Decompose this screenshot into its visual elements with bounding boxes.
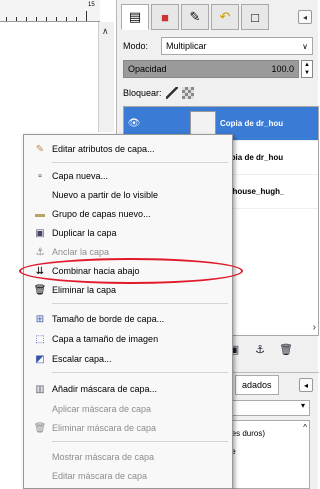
- highlight-ellipse: [19, 258, 243, 284]
- layer-context-menu: ✎ Editar atributos de capa... ▫ Capa nue…: [23, 134, 233, 489]
- mode-row: Modo: Multiplicar ∨: [123, 37, 313, 55]
- menu-item-label: Eliminar máscara de capa: [52, 423, 157, 433]
- delete-layer-icon[interactable]: 🗑: [279, 342, 293, 356]
- opacity-row: Opacidad 100.0 ▲ ▼: [123, 60, 313, 78]
- layer-thumbnail: [190, 110, 216, 137]
- opacity-spin-buttons[interactable]: ▲ ▼: [301, 60, 313, 78]
- scroll-up-icon[interactable]: ^: [303, 423, 307, 432]
- edit-icon: ✎: [35, 143, 45, 155]
- anchor-icon: ⚓: [35, 246, 45, 258]
- menu-separator: [52, 441, 228, 442]
- layer-boundary-icon: ⊞: [35, 313, 45, 325]
- menu-item-label: Capa a tamaño de imagen: [52, 334, 159, 344]
- eye-icon[interactable]: 👁: [124, 118, 144, 129]
- menu-item-layer-boundary-size[interactable]: ⊞ Tamaño de borde de capa...: [24, 309, 232, 329]
- ruler-label: 15: [88, 2, 95, 8]
- layer-buttons: ▣ ⚓ 🗑: [227, 342, 293, 356]
- mode-label: Modo:: [123, 41, 149, 51]
- menu-item-duplicate-layer[interactable]: ▣ Duplicar la capa: [24, 223, 232, 243]
- layers-icon[interactable]: ▤: [121, 4, 149, 30]
- menu-item-label: Editar máscara de capa: [52, 471, 148, 481]
- dock-menu-icon[interactable]: ◂: [298, 10, 312, 24]
- chevron-right-icon[interactable]: ›: [313, 322, 316, 333]
- menu-item-label: Anclar la capa: [52, 247, 110, 257]
- menu-item-label: Nuevo a partir de lo visible: [52, 190, 159, 200]
- menu-item-label: Tamaño de borde de capa...: [52, 314, 165, 324]
- channels-icon[interactable]: ■: [151, 4, 179, 30]
- lock-label: Bloquear:: [123, 88, 162, 98]
- menu-item-scale-layer[interactable]: ◩ Escalar capa...: [24, 349, 232, 369]
- paths-icon[interactable]: ✎: [181, 4, 209, 30]
- menu-item-apply-layer-mask[interactable]: Aplicar máscara de capa: [24, 399, 232, 419]
- menu-item-show-layer-mask[interactable]: Mostrar máscara de capa: [24, 447, 232, 467]
- canvas-vertical-scrollbar[interactable]: ∧: [98, 22, 114, 132]
- lower-tab[interactable]: adados: [235, 375, 279, 395]
- anchor-layer-icon[interactable]: ⚓: [253, 342, 267, 356]
- menu-item-edit-layer-mask[interactable]: Editar máscara de capa: [24, 466, 232, 486]
- opacity-label: Opacidad: [128, 64, 167, 74]
- duplicate-icon: ▣: [35, 227, 45, 239]
- dock-tabs: ▤ ■ ✎ ↶ □: [121, 4, 269, 32]
- menu-item-new-layer-group[interactable]: ▬ Grupo de capas nuevo...: [24, 204, 232, 224]
- menu-item-label: Editar atributos de capa...: [52, 144, 155, 154]
- menu-separator: [52, 162, 228, 163]
- opacity-slider[interactable]: Opacidad 100.0: [123, 60, 299, 78]
- mask-icon: ▥: [35, 383, 45, 395]
- lock-alpha-icon[interactable]: [181, 87, 194, 99]
- undo-icon[interactable]: ↶: [211, 4, 239, 30]
- menu-item-label: Grupo de capas nuevo...: [52, 209, 151, 219]
- menu-item-label: Duplicar la capa: [52, 228, 117, 238]
- menu-separator: [52, 372, 228, 373]
- trash-icon: 🗑: [33, 284, 47, 296]
- menu-item-add-layer-mask[interactable]: ▥ Añadir máscara de capa...: [24, 379, 232, 399]
- menu-item-new-from-visible[interactable]: Nuevo a partir de lo visible: [24, 185, 232, 205]
- horizontal-ruler: 15: [0, 0, 100, 22]
- menu-item-label: Capa nueva...: [52, 171, 109, 181]
- menu-item-label: Escalar capa...: [52, 354, 112, 364]
- mode-value: Multiplicar: [166, 41, 207, 51]
- menu-item-label: Añadir máscara de capa...: [52, 384, 158, 394]
- lock-row: Bloquear:: [123, 84, 194, 102]
- menu-item-label: Eliminar la capa: [52, 285, 117, 295]
- fill-icon[interactable]: □: [241, 4, 269, 30]
- lock-pixels-icon[interactable]: [165, 87, 178, 99]
- chevron-down-icon: ∨: [302, 41, 308, 51]
- menu-item-delete-layer-mask[interactable]: 🗑 Eliminar máscara de capa: [24, 418, 232, 438]
- opacity-value: 100.0: [271, 64, 294, 74]
- folder-icon: ▬: [35, 208, 45, 220]
- menu-separator: [52, 303, 228, 304]
- new-layer-icon: ▫: [38, 170, 42, 182]
- layer-to-image-icon: ⬚: [35, 333, 45, 345]
- scale-icon: ◩: [35, 353, 45, 365]
- scroll-up-icon[interactable]: ∧: [102, 26, 109, 37]
- trash-icon: 🗑: [33, 422, 47, 434]
- mode-select[interactable]: Multiplicar ∨: [161, 37, 313, 55]
- menu-item-layer-to-image-size[interactable]: ⬚ Capa a tamaño de imagen: [24, 329, 232, 349]
- menu-item-new-layer[interactable]: ▫ Capa nueva...: [24, 166, 232, 186]
- menu-item-label: Aplicar máscara de capa: [52, 404, 152, 414]
- lower-dock-menu-icon[interactable]: ◂: [299, 378, 313, 392]
- menu-item-label: Mostrar máscara de capa: [52, 452, 155, 462]
- canvas-area[interactable]: [0, 22, 100, 132]
- layer-name: Copia de dr_hou: [220, 119, 284, 128]
- menu-item-edit-attributes[interactable]: ✎ Editar atributos de capa...: [24, 139, 232, 159]
